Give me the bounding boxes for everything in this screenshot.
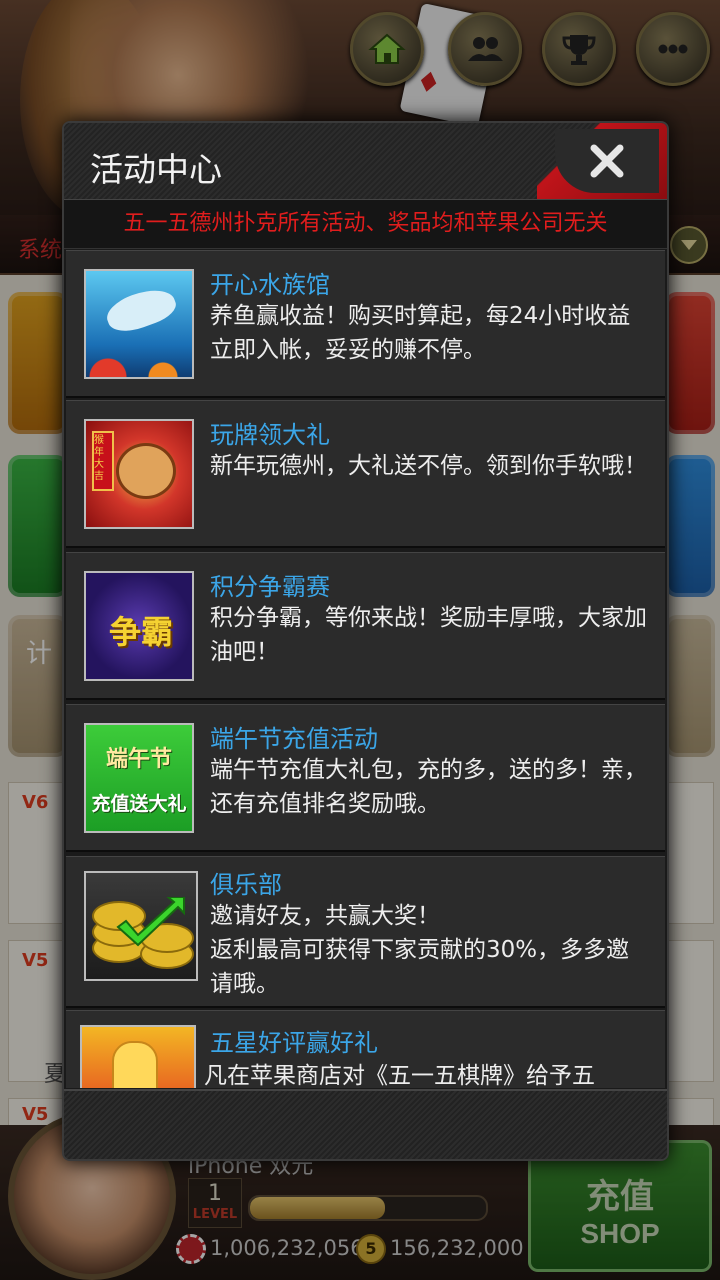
activity-title: 积分争霸赛 — [210, 573, 330, 601]
activity-item-club[interactable]: 俱乐部 邀请好友，共赢大奖！ 返利最高可获得下家贡献的30%，多多邀请哦。 — [66, 856, 665, 1008]
activity-item-points[interactable]: 争霸 积分争霸赛 积分争霸，等你来战！奖励丰厚哦，大家加油吧！ — [66, 552, 665, 700]
monkey-thumbnail: 猴年大吉 — [84, 419, 194, 529]
duanwu-thumbnail: 端午节 充值送大礼 — [84, 723, 194, 833]
thumb-caption: 端午节 — [105, 747, 172, 772]
dialog-title: 活动中心 — [90, 150, 222, 189]
aquarium-thumbnail — [84, 269, 194, 379]
activity-description: 积分争霸，等你来战！奖励丰厚哦，大家加油吧！ — [210, 605, 647, 665]
coral-image — [86, 347, 192, 377]
activity-description: 养鱼赢收益！购买时算起，每24小时收益立即入帐，妥妥的赚不停。 — [210, 303, 631, 363]
activity-description: 端午节充值大礼包，充的多，送的多！亲，还有充值排名奖励哦。 — [210, 757, 647, 817]
activity-description: 凡在苹果商店对《五一五棋牌》给予五 — [204, 1063, 595, 1088]
activity-item-gift[interactable]: 猴年大吉 玩牌领大礼 新年玩德州，大礼送不停。领到你手软哦！ — [66, 400, 665, 548]
activity-description: 新年玩德州，大礼送不停。领到你手软哦！ — [210, 453, 647, 479]
thumb-caption: 充值送大礼 — [91, 793, 187, 815]
activity-title: 开心水族馆 — [210, 271, 330, 299]
activity-title: 五星好评赢好礼 — [210, 1029, 378, 1057]
thumb-caption: 争霸 — [108, 613, 173, 651]
activity-description: 邀请好友，共赢大奖！ 返利最高可获得下家贡献的30%，多多邀请哦。 — [210, 903, 630, 997]
activity-item-duanwu[interactable]: 端午节 充值送大礼 端午节充值活动 端午节充值大礼包，充的多，送的多！亲，还有充… — [66, 704, 665, 852]
dolphin-image — [102, 282, 180, 338]
review-thumbnail — [80, 1025, 196, 1088]
monkey-image — [116, 443, 176, 499]
dialog-header: 活动中心 — [64, 123, 667, 200]
thumb-caption: 猴年大吉 — [94, 435, 104, 482]
activity-center-dialog: 活动中心 五一五德州扑克所有活动、奖品均和苹果公司无关 开心水族馆 养鱼赢收益！… — [62, 121, 669, 1161]
activity-list[interactable]: 开心水族馆 养鱼赢收益！购买时算起，每24小时收益立即入帐，妥妥的赚不停。 猴年… — [64, 250, 667, 1088]
thumbs-up-image — [112, 1041, 158, 1088]
activity-item-aquarium[interactable]: 开心水族馆 养鱼赢收益！购买时算起，每24小时收益立即入帐，妥妥的赚不停。 — [66, 250, 665, 398]
close-icon — [590, 144, 624, 178]
disclaimer-notice: 五一五德州扑克所有活动、奖品均和苹果公司无关 — [64, 200, 667, 249]
activity-title: 端午节充值活动 — [210, 725, 378, 753]
club-thumbnail — [84, 871, 198, 981]
close-button[interactable] — [555, 129, 659, 193]
activity-title: 俱乐部 — [210, 871, 282, 899]
activity-title: 玩牌领大礼 — [210, 421, 330, 449]
dialog-footer — [64, 1089, 667, 1159]
check-arrow-icon — [116, 897, 185, 947]
activity-item-review[interactable]: 五星好评赢好礼 凡在苹果商店对《五一五棋牌》给予五 — [66, 1010, 665, 1088]
zhengba-thumbnail: 争霸 — [84, 571, 194, 681]
